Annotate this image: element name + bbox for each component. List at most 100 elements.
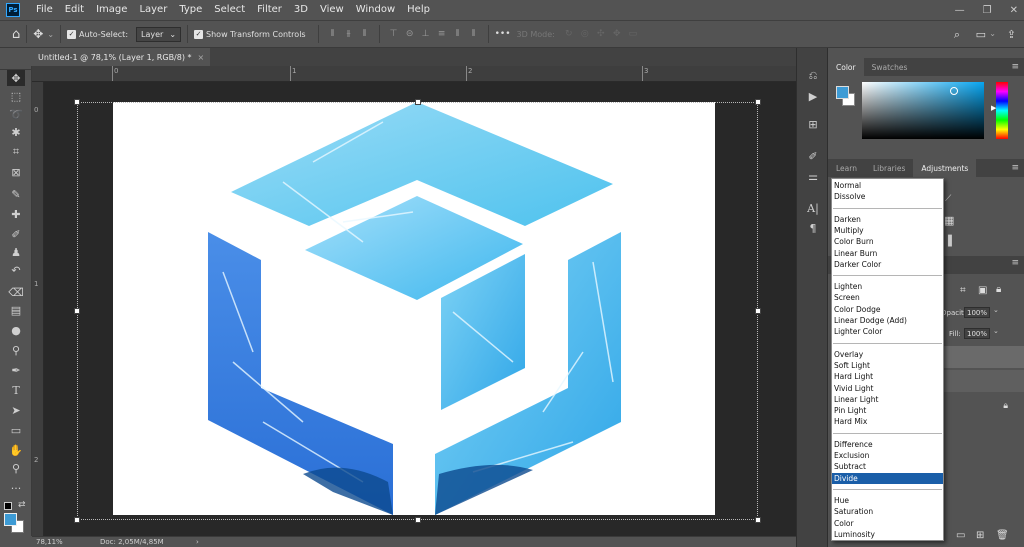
blend-mode-option[interactable]: Hard Mix — [832, 416, 943, 427]
blend-mode-option[interactable]: Soft Light — [832, 360, 943, 371]
swap-colors-icon[interactable]: ⇄ — [18, 500, 26, 510]
blend-mode-option[interactable]: Difference — [832, 439, 943, 450]
distribute-vertical-icon[interactable]: ⦀ — [469, 29, 479, 39]
layer-row[interactable] — [944, 370, 1024, 392]
color-picker-cursor[interactable] — [950, 87, 958, 95]
blend-mode-option[interactable]: Vivid Light — [832, 383, 943, 394]
default-colors-icon[interactable] — [4, 502, 12, 510]
actions-panel-icon[interactable]: ▶ — [804, 88, 822, 104]
blend-mode-option[interactable]: Linear Light — [832, 394, 943, 405]
lock-all-icon[interactable]: 🔒︎ — [996, 284, 1001, 295]
blend-mode-option[interactable]: Linear Dodge (Add) — [832, 315, 943, 326]
brush-tool-icon[interactable]: ✐ — [7, 226, 25, 242]
new-layer-icon[interactable]: ⊞ — [976, 530, 984, 541]
menu-help[interactable]: Help — [401, 0, 436, 20]
chevron-down-icon[interactable]: ⌄ — [993, 327, 999, 335]
blur-tool-icon[interactable]: ● — [7, 322, 25, 338]
more-tools-icon[interactable]: ··· — [7, 480, 25, 496]
blend-mode-option[interactable]: Color Dodge — [832, 304, 943, 315]
channel-mixer-icon[interactable]: ▦ — [944, 214, 954, 227]
workspace-icon[interactable]: ▭ — [976, 28, 986, 41]
color-picker-field[interactable] — [862, 82, 984, 139]
align-middle-icon[interactable]: ⊝ — [405, 29, 415, 39]
pen-tool-icon[interactable]: ✒ — [7, 362, 25, 378]
transform-handle-bottom-right[interactable] — [755, 517, 761, 523]
menu-view[interactable]: View — [314, 0, 350, 20]
panel-menu-icon[interactable]: ≡ — [1011, 163, 1019, 173]
blend-mode-option[interactable]: Luminosity — [832, 529, 943, 540]
blend-mode-option[interactable]: Overlay — [832, 349, 943, 360]
auto-select-checkbox[interactable]: ✓ Auto-Select: — [67, 29, 128, 39]
tab-swatches[interactable]: Swatches — [864, 58, 916, 76]
dodge-tool-icon[interactable]: ⚲ — [7, 342, 25, 358]
blend-mode-option[interactable]: Lighten — [832, 281, 943, 292]
menu-type[interactable]: Type — [173, 0, 208, 20]
distribute-horizontal-icon[interactable]: ⦀ — [453, 29, 463, 39]
menu-select[interactable]: Select — [208, 0, 251, 20]
home-icon[interactable]: ⌂ — [12, 27, 20, 42]
tab-libraries[interactable]: Libraries — [865, 159, 913, 177]
blend-mode-option[interactable]: Subtract — [832, 461, 943, 472]
distribute-icon[interactable]: ≡ — [437, 29, 447, 39]
adjustment-sliders-icon[interactable]: ⚌ — [804, 168, 822, 184]
new-group-icon[interactable]: ▭ — [956, 530, 965, 541]
blend-mode-option[interactable]: Divide — [832, 472, 943, 484]
blend-mode-option[interactable]: Color Burn — [832, 236, 943, 247]
blend-mode-option[interactable]: Screen — [832, 292, 943, 303]
layer-row[interactable]: 🔒︎ — [944, 396, 1024, 418]
panel-menu-icon[interactable]: ≡ — [1011, 258, 1019, 268]
layer-row[interactable] — [944, 346, 1024, 368]
panel-menu-icon[interactable]: ≡ — [1011, 62, 1019, 72]
transform-handle-top-right[interactable] — [755, 99, 761, 105]
blend-mode-option[interactable]: Normal — [832, 180, 943, 191]
foreground-color-swatch[interactable] — [836, 86, 849, 99]
menu-file[interactable]: File — [30, 0, 59, 20]
lock-artboard-icon[interactable]: ▣ — [978, 285, 987, 296]
show-transform-checkbox[interactable]: ✓ Show Transform Controls — [194, 29, 306, 39]
magic-wand-tool-icon[interactable]: ✱ — [7, 124, 25, 140]
lasso-tool-icon[interactable]: ➰ — [7, 106, 25, 122]
move-tool-preset-icon[interactable]: ✥ — [33, 27, 43, 41]
character-panel-icon[interactable]: A| — [804, 200, 822, 216]
blend-mode-option[interactable]: Linear Burn — [832, 248, 943, 259]
frame-tool-icon[interactable]: ⊠ — [7, 164, 25, 180]
eyedropper-tool-icon[interactable]: ✎ — [7, 186, 25, 202]
zoom-level[interactable]: 78,11% — [36, 538, 84, 546]
gradient-tool-icon[interactable]: ▤ — [7, 302, 25, 318]
blend-mode-option[interactable]: Dissolve — [832, 191, 943, 202]
lock-position-icon[interactable]: ⌗ — [960, 285, 966, 296]
align-top-icon[interactable]: ⊤ — [389, 29, 399, 39]
clone-stamp-tool-icon[interactable]: ♟ — [7, 244, 25, 260]
healing-brush-tool-icon[interactable]: ✚ — [7, 206, 25, 222]
blend-mode-option[interactable]: Saturation — [832, 506, 943, 517]
blend-mode-option[interactable]: Multiply — [832, 225, 943, 236]
tab-color[interactable]: Color — [828, 58, 864, 76]
blend-mode-option[interactable]: Exclusion — [832, 450, 943, 461]
share-icon[interactable]: ⇪ — [1007, 28, 1016, 41]
tab-adjustments[interactable]: Adjustments — [913, 159, 977, 177]
menu-edit[interactable]: Edit — [59, 0, 90, 20]
opacity-input[interactable]: 100% — [964, 307, 990, 318]
rectangle-tool-icon[interactable]: ▭ — [7, 422, 25, 438]
path-selection-tool-icon[interactable]: ➤ — [7, 402, 25, 418]
more-options-icon[interactable]: ••• — [495, 29, 511, 39]
transform-handle-top-left[interactable] — [74, 99, 80, 105]
close-button[interactable]: ✕ — [1010, 5, 1018, 16]
delete-layer-icon[interactable]: 🗑︎ — [996, 530, 1009, 541]
brush-settings-icon[interactable]: ✐ — [804, 148, 822, 164]
search-icon[interactable]: ⌕ — [954, 28, 960, 42]
auto-select-dropdown[interactable]: Layer ⌄ — [136, 26, 182, 42]
chevron-down-icon[interactable]: ⌄ — [989, 29, 996, 38]
blend-mode-option[interactable]: Darken — [832, 214, 943, 225]
restore-button[interactable]: ❐ — [983, 5, 992, 16]
blend-mode-option[interactable]: Darker Color — [832, 259, 943, 270]
hue-slider-pointer-icon[interactable]: ▶ — [991, 104, 996, 112]
align-left-icon[interactable]: ⫴ — [328, 29, 338, 39]
fill-input[interactable]: 100% — [964, 328, 990, 339]
chevron-down-icon[interactable]: ⌄ — [993, 306, 999, 314]
eraser-tool-icon[interactable]: ⌫ — [7, 284, 25, 300]
history-brush-tool-icon[interactable]: ↶ — [7, 262, 25, 278]
menu-filter[interactable]: Filter — [251, 0, 288, 20]
adjustment-chevron-icon[interactable]: ⟋ — [945, 194, 951, 204]
transform-handle-left[interactable] — [74, 308, 80, 314]
